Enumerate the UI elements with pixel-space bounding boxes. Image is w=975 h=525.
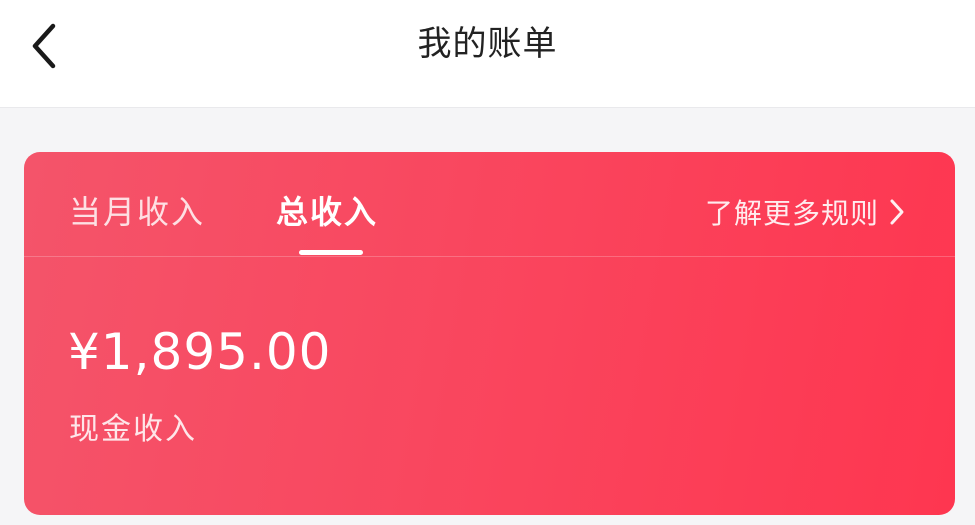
income-card: 当月收入 总收入 了解更多规则 ¥1,895.00 现金收入	[24, 152, 955, 515]
tab-total-income[interactable]: 总收入	[276, 188, 378, 236]
chevron-right-icon	[890, 199, 904, 225]
top-navigation-bar: 我的账单	[0, 0, 975, 108]
active-tab-indicator	[299, 250, 363, 255]
learn-more-rules-link[interactable]: 了解更多规则	[705, 188, 905, 236]
tab-monthly-income[interactable]: 当月收入	[69, 188, 205, 236]
income-tabs: 当月收入 总收入 了解更多规则	[24, 152, 955, 257]
cash-income-label: 现金收入	[69, 412, 197, 447]
page-title: 我的账单	[417, 24, 558, 64]
total-income-amount: ¥1,895.00	[68, 323, 332, 381]
rules-link-label: 了解更多规则	[704, 197, 879, 230]
